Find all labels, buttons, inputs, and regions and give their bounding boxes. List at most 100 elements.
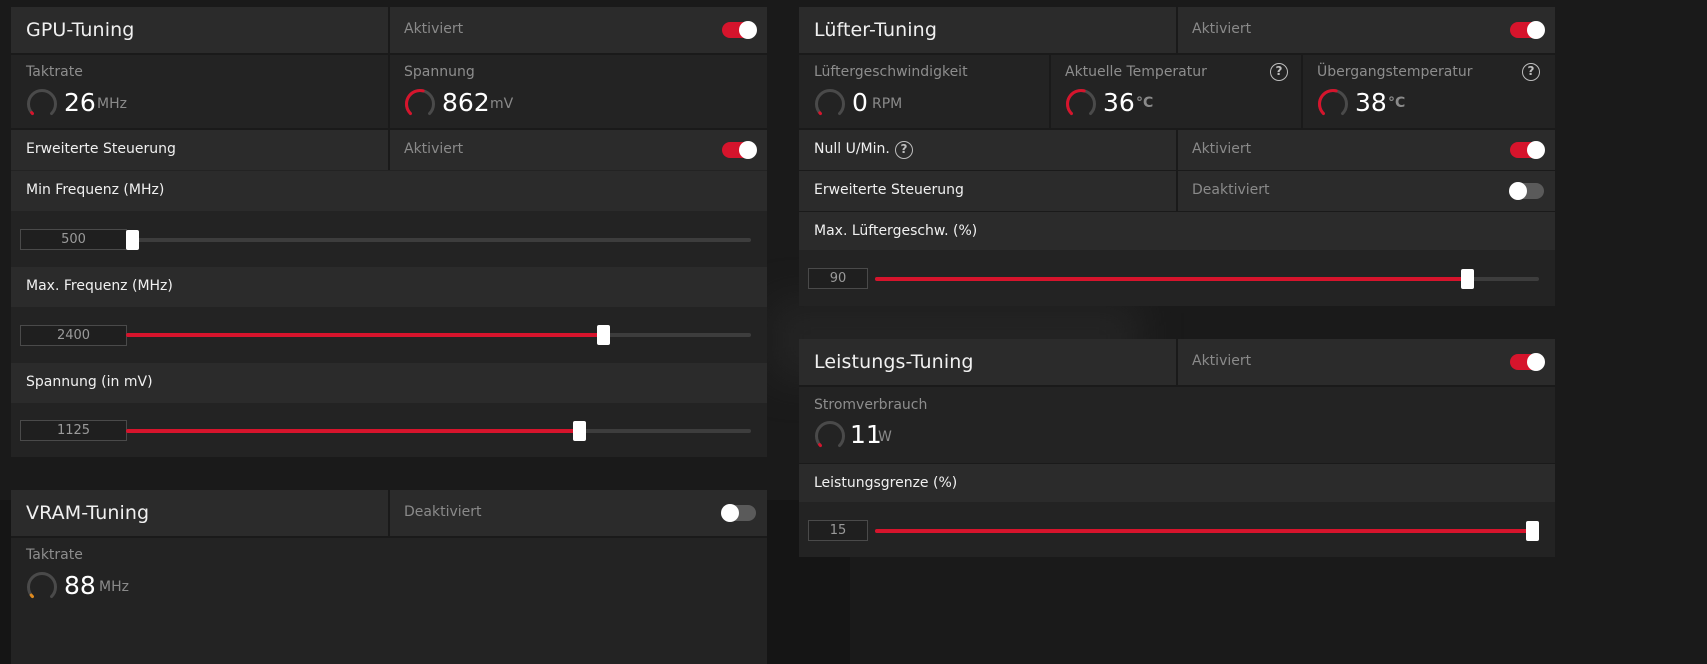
voltage-label: Spannung xyxy=(404,64,475,80)
vram-clock-unit: MHz xyxy=(99,579,129,595)
power-metrics-row: Stromverbrauch 11 W xyxy=(799,387,1555,463)
gpu-metrics-row: Taktrate 26 MHz Spannung 862 mV xyxy=(11,55,767,128)
fan-speed-unit: RPM xyxy=(872,96,903,112)
fan-tuning-toggle[interactable] xyxy=(1510,21,1545,39)
gauge-fill xyxy=(30,111,34,116)
junction-temp-unit: °C xyxy=(1388,95,1406,111)
voltage-slider-row: 1125 xyxy=(11,404,767,457)
max-freq-slider[interactable] xyxy=(126,325,751,345)
current-temp-unit: °C xyxy=(1136,95,1154,111)
slider-thumb[interactable] xyxy=(126,230,139,250)
gauge-track xyxy=(815,421,845,448)
vram-tuning-toggle[interactable] xyxy=(721,504,756,522)
power-draw-gauge-icon xyxy=(815,421,845,448)
fan-advanced-status: Deaktiviert xyxy=(1192,182,1270,198)
power-tuning-header: Leistungs-Tuning Aktiviert xyxy=(799,339,1555,385)
vram-tuning-panel: VRAM-Tuning Deaktiviert Taktrate 88 MHz xyxy=(11,490,767,664)
power-limit-label: Leistungsgrenze (%) xyxy=(814,475,958,491)
max-freq-input[interactable]: 2400 xyxy=(20,325,127,346)
min-freq-slider[interactable] xyxy=(126,230,751,250)
vram-clock-label: Taktrate xyxy=(26,547,83,563)
slider-thumb[interactable] xyxy=(1460,269,1474,289)
power-tuning-panel: Leistungs-Tuning Aktiviert Stromverbrauc… xyxy=(799,339,1555,557)
power-draw-unit: W xyxy=(878,429,892,445)
advanced-status: Aktiviert xyxy=(404,141,464,157)
current-temp-value: 36 xyxy=(1103,88,1135,117)
clock-unit: MHz xyxy=(97,96,127,112)
current-temp-label: Aktuelle Temperatur xyxy=(1065,64,1207,80)
slider-thumb[interactable] xyxy=(597,325,611,345)
min-freq-header: Min Frequenz (MHz) xyxy=(11,171,767,211)
voltage-input[interactable]: 1125 xyxy=(20,420,127,441)
gpu-tuning-toggle[interactable] xyxy=(722,21,757,39)
gauge-fill xyxy=(818,443,822,448)
gpu-advanced-row: Erweiterte Steuerung Aktiviert xyxy=(11,130,767,170)
junction-temp-help-icon[interactable]: ? xyxy=(1522,63,1540,81)
power-tuning-status: Aktiviert xyxy=(1192,353,1252,369)
power-limit-slider[interactable] xyxy=(875,521,1539,541)
power-draw-label: Stromverbrauch xyxy=(814,397,928,413)
panel-title: VRAM-Tuning xyxy=(26,502,150,524)
gauge-fill xyxy=(405,89,425,116)
fan-metrics-row: Lüftergeschwindigkeit 0 RPM Aktuelle Tem… xyxy=(799,55,1555,128)
zero-rpm-row: Null U/Min. ? Aktiviert xyxy=(799,130,1555,170)
power-tuning-toggle[interactable] xyxy=(1510,353,1545,371)
panel-title: Lüfter-Tuning xyxy=(814,19,937,41)
fan-advanced-row: Erweiterte Steuerung Deaktiviert xyxy=(799,171,1555,211)
slider-thumb[interactable] xyxy=(572,421,586,441)
gauge-fill xyxy=(1318,89,1338,116)
clock-value: 26 xyxy=(64,88,96,117)
advanced-label: Erweiterte Steuerung xyxy=(26,141,176,157)
clock-label: Taktrate xyxy=(26,64,83,80)
vram-clock-value: 88 xyxy=(64,571,96,600)
panel-title: GPU-Tuning xyxy=(26,19,135,41)
voltage-slider-label: Spannung (in mV) xyxy=(26,374,153,390)
gpu-tuning-header: GPU-Tuning Aktiviert xyxy=(11,7,767,53)
power-limit-input[interactable]: 15 xyxy=(808,520,868,541)
max-fan-label: Max. Lüftergeschw. (%) xyxy=(814,223,978,239)
fan-advanced-label: Erweiterte Steuerung xyxy=(814,182,964,198)
current-temp-help-icon[interactable]: ? xyxy=(1270,63,1288,81)
gauge-track xyxy=(27,89,57,116)
fan-speed-value: 0 xyxy=(852,88,868,117)
power-limit-slider-row: 15 xyxy=(799,503,1555,557)
max-fan-input[interactable]: 90 xyxy=(808,268,868,289)
fan-speed-label: Lüftergeschwindigkeit xyxy=(814,64,968,80)
gpu-tuning-panel: GPU-Tuning Aktiviert Taktrate 26 MHz Spa… xyxy=(11,7,767,457)
voltage-value: 862 xyxy=(442,88,490,117)
min-freq-label: Min Frequenz (MHz) xyxy=(26,182,165,198)
zero-rpm-help-icon[interactable]: ? xyxy=(895,141,913,159)
zero-rpm-status: Aktiviert xyxy=(1192,141,1252,157)
max-freq-label: Max. Frequenz (MHz) xyxy=(26,278,173,294)
clock-gauge-icon xyxy=(27,89,57,116)
vram-tuning-status: Deaktiviert xyxy=(404,504,482,520)
vram-clock-gauge-icon xyxy=(27,572,57,599)
slider-thumb[interactable] xyxy=(1526,521,1539,541)
junction-temp-gauge-icon xyxy=(1318,89,1348,116)
max-freq-header: Max. Frequenz (MHz) xyxy=(11,267,767,307)
voltage-unit: mV xyxy=(490,96,514,112)
gauge-fill xyxy=(818,111,822,116)
gauge-track xyxy=(815,89,845,116)
panel-title: Leistungs-Tuning xyxy=(814,351,974,373)
fan-tuning-status: Aktiviert xyxy=(1192,21,1252,37)
max-fan-slider[interactable] xyxy=(875,269,1539,289)
max-fan-slider-row: 90 xyxy=(799,251,1555,306)
voltage-slider[interactable] xyxy=(126,421,751,441)
junction-temp-label: Übergangstemperatur xyxy=(1317,64,1473,80)
min-freq-slider-row: 500 xyxy=(11,212,767,267)
max-freq-slider-row: 2400 xyxy=(11,308,767,363)
gpu-tuning-status: Aktiviert xyxy=(404,21,464,37)
gauge-fill xyxy=(29,593,34,599)
advanced-toggle[interactable] xyxy=(722,141,757,159)
gauge-track xyxy=(27,572,57,599)
gauge-fill xyxy=(1066,89,1086,116)
fan-advanced-toggle[interactable] xyxy=(1509,182,1544,200)
fan-speed-gauge-icon xyxy=(815,89,845,116)
voltage-slider-header: Spannung (in mV) xyxy=(11,363,767,403)
min-freq-input[interactable]: 500 xyxy=(20,229,127,250)
power-limit-header: Leistungsgrenze (%) xyxy=(799,464,1555,502)
zero-rpm-toggle[interactable] xyxy=(1510,141,1545,159)
vram-tuning-header: VRAM-Tuning Deaktiviert xyxy=(11,490,767,536)
current-temp-gauge-icon xyxy=(1066,89,1096,116)
